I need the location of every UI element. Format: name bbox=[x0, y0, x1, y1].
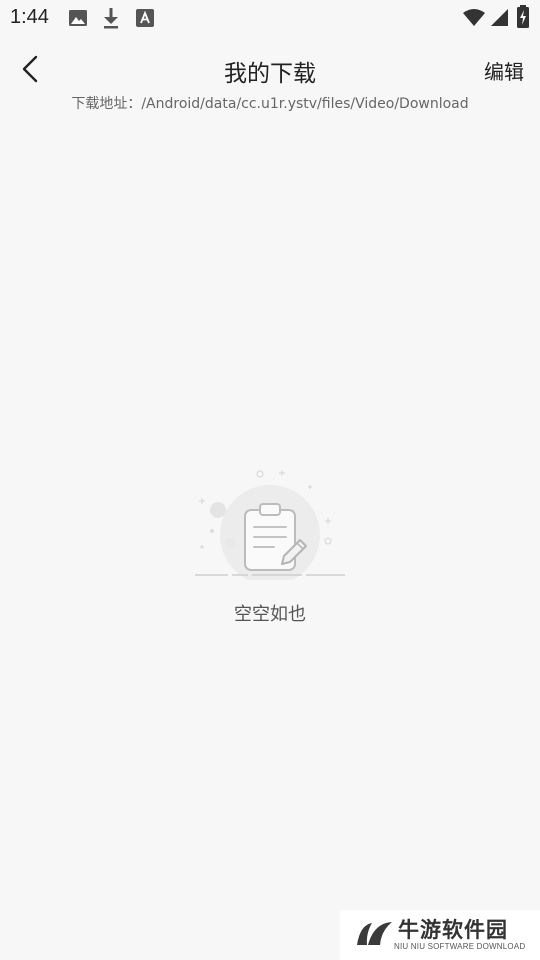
edit-button[interactable]: 编辑 bbox=[484, 56, 524, 85]
signal-icon bbox=[491, 9, 508, 26]
watermark-subtitle: NIU NIU SOFTWARE DOWNLOAD bbox=[394, 942, 526, 951]
page-title: 我的下载 bbox=[224, 61, 316, 87]
wifi-icon bbox=[463, 9, 485, 26]
image-icon bbox=[69, 10, 87, 26]
status-time: 1:44 bbox=[10, 6, 49, 28]
clipboard-edit-icon bbox=[195, 470, 345, 585]
download-icon bbox=[104, 8, 118, 29]
battery-icon bbox=[517, 5, 529, 28]
empty-illustration bbox=[190, 465, 350, 585]
niu-logo-icon bbox=[357, 922, 392, 945]
watermark-name: 牛游软件园 bbox=[398, 918, 508, 942]
download-path: 下载地址：/Android/data/cc.u1r.ystv/files/Vid… bbox=[71, 96, 469, 112]
status-bar: 1:44 bbox=[0, 0, 540, 36]
empty-state-text: 空空如也 bbox=[234, 604, 306, 625]
watermark: 牛游软件园 NIU NIU SOFTWARE DOWNLOAD bbox=[340, 910, 540, 960]
font-a-icon bbox=[136, 9, 154, 27]
